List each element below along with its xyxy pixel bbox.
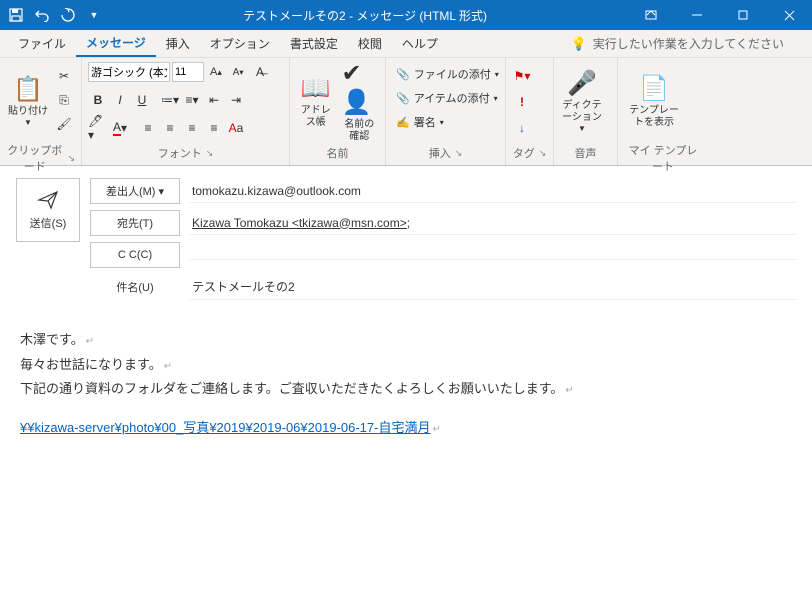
font-launcher[interactable]: ↘ (206, 148, 214, 159)
title-bar: ▼ テストメールその2 - メッセージ (HTML 形式) (0, 0, 812, 30)
attach-item-button[interactable]: 📎アイテムの添付▾ (392, 88, 503, 108)
clear-format-button[interactable]: A̶ (250, 62, 270, 82)
tab-message[interactable]: メッセージ (76, 30, 156, 57)
paperclip-icon: 📎 (396, 68, 410, 81)
group-insert: 📎ファイルの添付▾ 📎アイテムの添付▾ ✍署名▾ 挿入↘ (386, 58, 506, 165)
template-icon: 📄 (639, 74, 669, 103)
redo-icon[interactable] (60, 7, 76, 23)
address-book-button[interactable]: 📖 アドレス帳 (296, 62, 336, 140)
dictation-button[interactable]: 🎤 ディクテ ーション ▼ (560, 62, 604, 140)
align-justify-button[interactable]: ≡ (204, 118, 224, 138)
tags-launcher[interactable]: ↘ (539, 148, 547, 159)
increase-indent-button[interactable]: ⇥ (226, 90, 246, 110)
window-title: テストメールその2 - メッセージ (HTML 形式) (102, 7, 628, 24)
tell-me-placeholder: 実行したい作業を入力してください (593, 35, 784, 52)
format-painter-button[interactable]: 🖌 (54, 114, 74, 134)
group-names: 📖 アドレス帳 ✔👤 名前の 確認 名前 (290, 58, 386, 165)
high-importance-button[interactable]: ! (512, 92, 532, 112)
signature-icon: ✍ (396, 116, 410, 129)
clipboard-icon: 📋 (13, 75, 43, 104)
number-list-button[interactable]: ≡▾ (182, 90, 202, 110)
ribbon-display-options-icon[interactable] (628, 0, 674, 30)
lightbulb-icon: 💡 (571, 36, 587, 52)
group-clipboard: 📋 貼り付け ▼ ✂ ⎘ 🖌 クリップボード↘ (0, 58, 82, 165)
body-paragraph: 木澤です。 (20, 328, 792, 353)
ribbon-tabs: ファイル メッセージ 挿入 オプション 書式設定 校閲 ヘルプ 💡 実行したい作… (0, 30, 812, 58)
body-paragraph: ¥¥kizawa-server¥photo¥00_写真¥2019¥2019-06… (20, 416, 792, 441)
address-book-icon: 📖 (301, 74, 331, 103)
from-button[interactable]: 差出人(M) ▾ (90, 178, 180, 204)
decrease-indent-button[interactable]: ⇤ (204, 90, 224, 110)
chevron-down-icon: ▼ (24, 118, 32, 127)
align-right-button[interactable]: ≡ (182, 118, 202, 138)
bullet-list-button[interactable]: ≔▾ (160, 90, 180, 110)
microphone-icon: 🎤 (567, 69, 597, 98)
body-paragraph: 下記の通り資料のフォルダをご連絡します。ご査収いただきたくよろしくお願いいたしま… (20, 377, 792, 402)
styles-button[interactable]: Aa (226, 118, 246, 138)
paste-button[interactable]: 📋 貼り付け ▼ (6, 62, 50, 140)
check-names-button[interactable]: ✔👤 名前の 確認 (340, 62, 380, 140)
ribbon: 📋 貼り付け ▼ ✂ ⎘ 🖌 クリップボード↘ A▴ A▾ A̶ (0, 58, 812, 166)
underline-button[interactable]: U (132, 90, 152, 110)
send-button[interactable]: 送信(S) (16, 178, 80, 242)
maximize-button[interactable] (720, 0, 766, 30)
attach-item-icon: 📎 (396, 92, 410, 105)
cc-button[interactable]: C C(C) (90, 242, 180, 268)
low-importance-button[interactable]: ↓ (512, 118, 532, 138)
close-button[interactable] (766, 0, 812, 30)
group-font: A▴ A▾ A̶ B I U ≔▾ ≡▾ ⇤ ⇥ 🖊▾ A▾ (82, 58, 290, 165)
italic-button[interactable]: I (110, 90, 130, 110)
tell-me-search[interactable]: 💡 実行したい作業を入力してください (571, 35, 804, 52)
tab-options[interactable]: オプション (200, 31, 280, 56)
tab-help[interactable]: ヘルプ (392, 31, 448, 56)
font-name-combo[interactable] (88, 62, 170, 82)
subject-field[interactable]: テストメールその2 (190, 274, 796, 300)
tab-format[interactable]: 書式設定 (280, 31, 348, 56)
attach-file-button[interactable]: 📎ファイルの添付▾ (392, 64, 503, 84)
decrease-font-button[interactable]: A▾ (228, 62, 248, 82)
group-tags: ⚑▾ ! ↓ タグ↘ (506, 58, 554, 165)
view-templates-button[interactable]: 📄 テンプレー トを表示 (624, 62, 684, 140)
tab-insert[interactable]: 挿入 (156, 31, 200, 56)
group-templates: 📄 テンプレー トを表示 マイ テンプレート (618, 58, 708, 165)
align-center-button[interactable]: ≡ (160, 118, 180, 138)
qat-dropdown-icon[interactable]: ▼ (86, 7, 102, 23)
undo-icon[interactable] (34, 7, 50, 23)
align-left-button[interactable]: ≡ (138, 118, 158, 138)
insert-launcher[interactable]: ↘ (455, 148, 463, 159)
cc-field[interactable] (190, 251, 796, 260)
bold-button[interactable]: B (88, 90, 108, 110)
chevron-down-icon: ▼ (578, 124, 586, 133)
window-controls (628, 0, 812, 30)
send-label: 送信(S) (30, 215, 67, 231)
check-names-icon: ✔👤 (342, 59, 378, 117)
body-hyperlink[interactable]: ¥¥kizawa-server¥photo¥00_写真¥2019¥2019-06… (20, 420, 430, 435)
save-icon[interactable] (8, 7, 24, 23)
cut-button[interactable]: ✂ (54, 66, 74, 86)
message-body[interactable]: 木澤です。 毎々お世話になります。 下記の通り資料のフォルダをご連絡します。ご査… (0, 312, 812, 457)
body-paragraph: 毎々お世話になります。 (20, 353, 792, 378)
message-header: 送信(S) 差出人(M) ▾ tomokazu.kizawa@outlook.c… (0, 166, 812, 312)
font-size-combo[interactable] (172, 62, 204, 82)
follow-up-flag-button[interactable]: ⚑▾ (512, 66, 532, 86)
tab-review[interactable]: 校閲 (348, 31, 392, 56)
minimize-button[interactable] (674, 0, 720, 30)
subject-label: 件名(U) (90, 274, 180, 300)
highlight-button[interactable]: 🖊▾ (88, 118, 108, 138)
tab-file[interactable]: ファイル (8, 31, 76, 56)
clipboard-launcher[interactable]: ↘ (67, 153, 75, 164)
to-field[interactable]: Kizawa Tomokazu <tkizawa@msn.com>; (190, 212, 796, 235)
increase-font-button[interactable]: A▴ (206, 62, 226, 82)
send-icon (37, 189, 59, 211)
from-value[interactable]: tomokazu.kizawa@outlook.com (190, 180, 796, 203)
signature-button[interactable]: ✍署名▾ (392, 112, 503, 132)
quick-access-toolbar: ▼ (8, 7, 102, 23)
font-color-button[interactable]: A▾ (110, 118, 130, 138)
copy-button[interactable]: ⎘ (54, 90, 74, 110)
group-voice: 🎤 ディクテ ーション ▼ 音声 (554, 58, 618, 165)
to-button[interactable]: 宛先(T) (90, 210, 180, 236)
